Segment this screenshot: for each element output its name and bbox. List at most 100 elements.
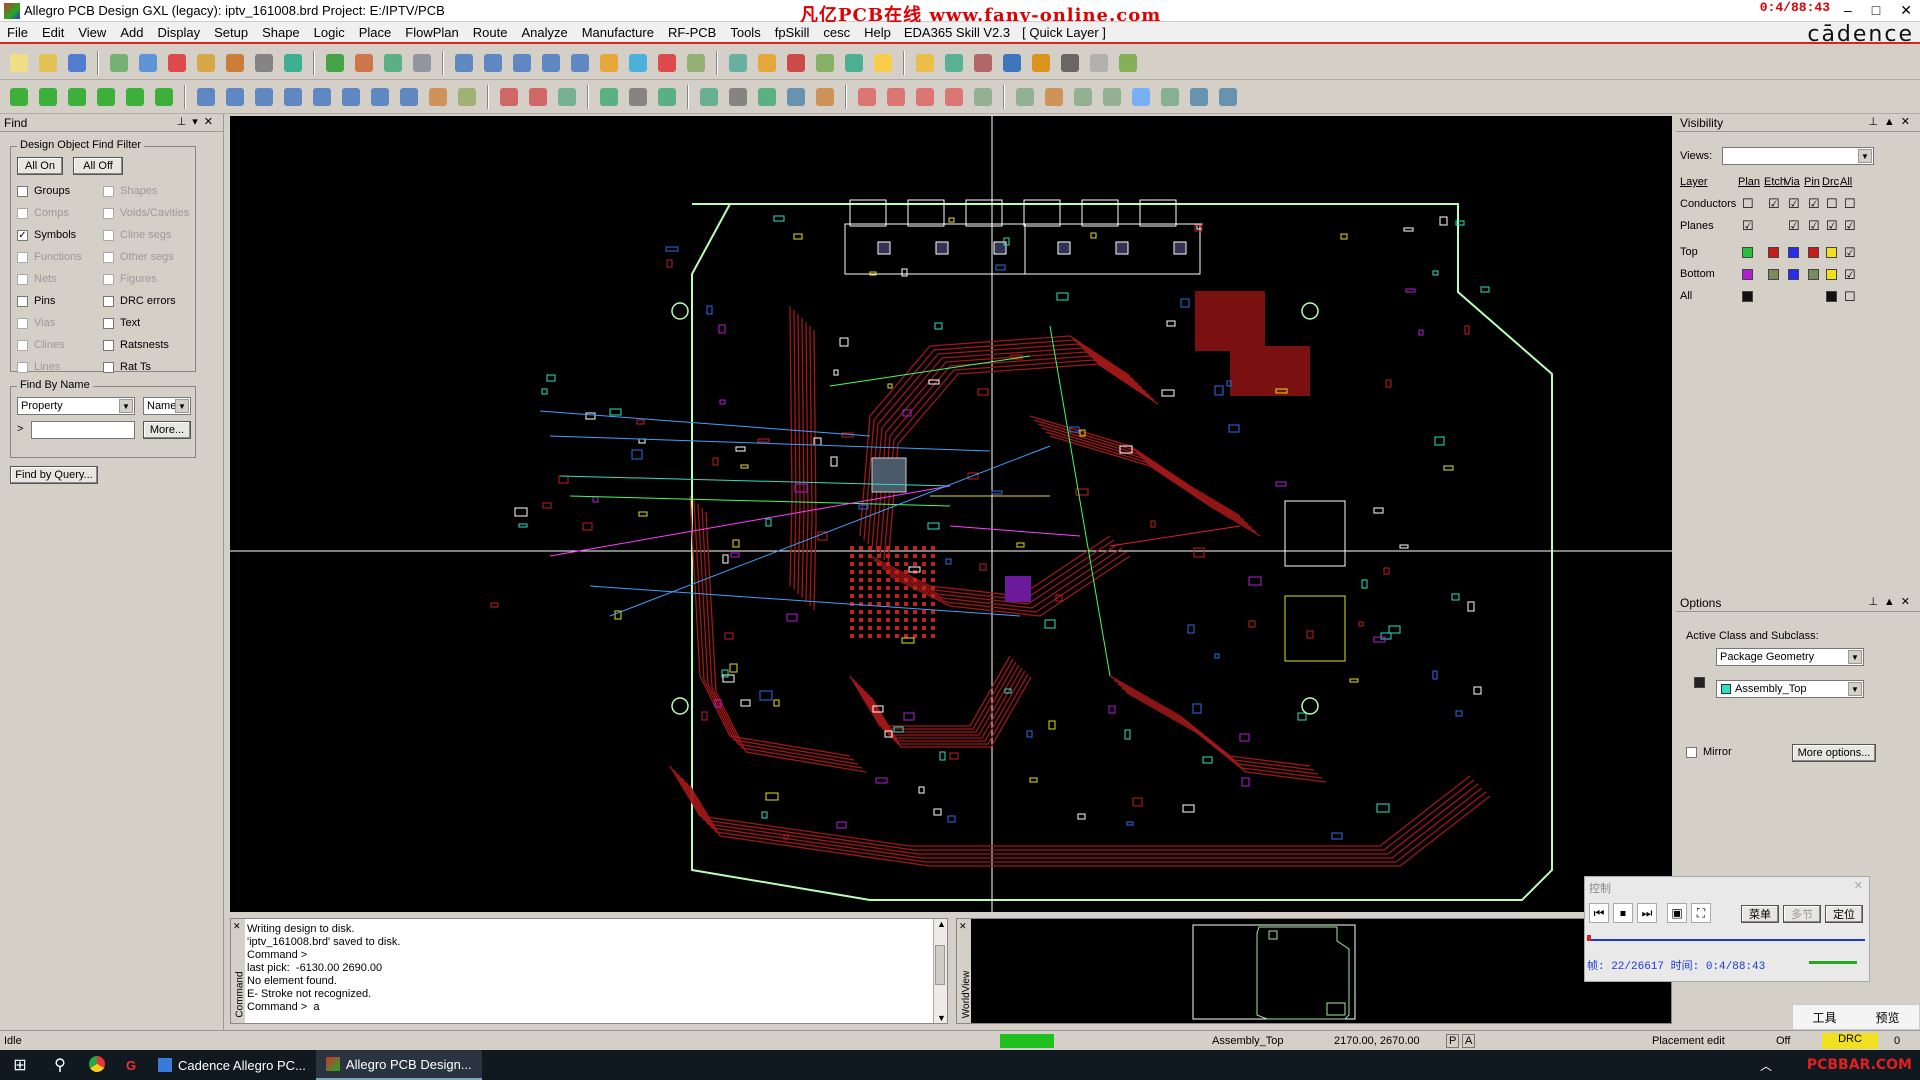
views-select[interactable]: ▼ <box>1722 147 1874 165</box>
toolbar-tool-icon[interactable] <box>1099 84 1125 110</box>
toolbar-tool-icon[interactable] <box>6 50 32 76</box>
toolbar-tool-icon[interactable] <box>367 84 393 110</box>
find-checkbox-figures[interactable]: Figures <box>103 273 157 285</box>
pcb-canvas[interactable] <box>230 116 1672 912</box>
layer-color-swatch[interactable] <box>1826 291 1837 302</box>
scroll-down-icon[interactable]: ▼ <box>937 1013 946 1023</box>
toolbar-tool-icon[interactable] <box>596 50 622 76</box>
menu-place[interactable]: Place <box>352 25 399 40</box>
minimize-button[interactable]: – <box>1844 2 1852 19</box>
visibility-checkbox[interactable]: ☑ <box>1742 218 1754 234</box>
toolbar-tool-icon[interactable] <box>454 84 480 110</box>
toolbar-tool-icon[interactable] <box>151 84 177 110</box>
visibility-header-etch[interactable]: Etch <box>1764 176 1786 188</box>
layer-color-swatch[interactable] <box>1742 291 1753 302</box>
toolbar-tool-icon[interactable] <box>480 50 506 76</box>
toolbar-tool-icon[interactable] <box>1086 50 1112 76</box>
menu-eda365-skill[interactable]: EDA365 Skill V2.3 <box>898 25 1016 40</box>
layer-color-swatch[interactable] <box>1808 269 1819 280</box>
toolbar-tool-icon[interactable] <box>841 50 867 76</box>
close-icon[interactable]: ✕ <box>233 921 241 932</box>
toolbar-tool-icon[interactable] <box>6 84 32 110</box>
toolbar-tool-icon[interactable] <box>251 84 277 110</box>
toolbar-tool-icon[interactable] <box>725 84 751 110</box>
menu-logic[interactable]: Logic <box>307 25 352 40</box>
toolbar-tool-icon[interactable] <box>1012 84 1038 110</box>
toolbar-tool-icon[interactable] <box>725 50 751 76</box>
status-a-flag[interactable]: A <box>1462 1033 1476 1048</box>
find-checkbox-ratsnests[interactable]: Ratsnests <box>103 339 169 351</box>
prev-frame-icon[interactable]: ⏮ <box>1589 903 1609 923</box>
toolbar-tool-icon[interactable] <box>64 50 90 76</box>
visibility-header-drc[interactable]: Drc <box>1822 176 1839 188</box>
panel-controls-icon[interactable]: ⊥▾✕ <box>177 115 219 128</box>
toolbar-tool-icon[interactable] <box>135 50 161 76</box>
layer-all-checkbox[interactable]: ☑ <box>1844 245 1856 261</box>
layer-color-swatch[interactable] <box>1788 269 1799 280</box>
pcb-drawing[interactable] <box>230 116 1672 912</box>
toolbar-tool-icon[interactable] <box>754 84 780 110</box>
visibility-header-plan[interactable]: Plan <box>1738 176 1760 188</box>
toolbar-tool-icon[interactable] <box>912 50 938 76</box>
command-scrollbar[interactable]: ▲ ▼ <box>933 919 947 1023</box>
command-window[interactable]: ✕ Command Writing design to disk.'iptv_1… <box>230 918 948 1024</box>
layer-color-swatch[interactable] <box>1826 247 1837 258</box>
menu-quick-layer[interactable]: [ Quick Layer ] <box>1016 25 1112 40</box>
find-checkbox-lines[interactable]: Lines <box>17 361 60 373</box>
toolbar-tool-icon[interactable] <box>525 84 551 110</box>
menu-view[interactable]: View <box>71 25 113 40</box>
toolbar-tool-icon[interactable] <box>941 50 967 76</box>
toolbar-tool-icon[interactable] <box>783 50 809 76</box>
find-checkbox-clines[interactable]: Clines <box>17 339 65 351</box>
subclass-color-swatch[interactable] <box>1694 677 1705 688</box>
find-checkbox-functions[interactable]: Functions <box>17 251 82 263</box>
toolbar-tool-icon[interactable] <box>754 50 780 76</box>
visibility-checkbox[interactable]: ☑ <box>1808 196 1820 212</box>
toolbar-tool-icon[interactable] <box>1041 84 1067 110</box>
layer-color-swatch[interactable] <box>1788 247 1799 258</box>
toolbar-tool-icon[interactable] <box>451 50 477 76</box>
visibility-checkbox[interactable]: ☑ <box>1808 218 1820 234</box>
toolbar-tool-icon[interactable] <box>222 50 248 76</box>
toolbar-tool-icon[interactable] <box>309 84 335 110</box>
toolbar-tool-icon[interactable] <box>854 84 880 110</box>
menu-display[interactable]: Display <box>150 25 207 40</box>
toolbar-tool-icon[interactable] <box>941 84 967 110</box>
volume-slider[interactable] <box>1809 961 1857 964</box>
toolbar-tool-icon[interactable] <box>654 84 680 110</box>
toolbar-tool-icon[interactable] <box>122 84 148 110</box>
property-select[interactable]: Property ▼ <box>17 397 135 415</box>
panel-controls-icon[interactable]: ⊥▲✕ <box>1868 115 1916 128</box>
toolbar-tool-icon[interactable] <box>35 84 61 110</box>
drc-status-badge[interactable]: DRC <box>1822 1032 1878 1049</box>
toolbar-tool-icon[interactable] <box>193 84 219 110</box>
layer-color-swatch[interactable] <box>1826 269 1837 280</box>
toolbar-tool-icon[interactable] <box>625 50 651 76</box>
toolbar-tool-icon[interactable] <box>625 84 651 110</box>
layer-color-swatch[interactable] <box>1742 269 1753 280</box>
visibility-checkbox[interactable]: ☐ <box>1844 196 1856 212</box>
toolbar-tool-icon[interactable] <box>322 50 348 76</box>
toolbar-tool-icon[interactable] <box>338 84 364 110</box>
visibility-checkbox[interactable]: ☑ <box>1826 218 1838 234</box>
toolbar-tool-icon[interactable] <box>64 84 90 110</box>
find-checkbox-drc-errors[interactable]: DRC errors <box>103 295 176 307</box>
toolbar-tool-icon[interactable] <box>554 84 580 110</box>
toolbar-tool-icon[interactable] <box>1057 50 1083 76</box>
toolbar-tool-icon[interactable] <box>912 84 938 110</box>
toolbar-tool-icon[interactable] <box>999 50 1025 76</box>
find-name-input[interactable] <box>31 421 135 439</box>
find-checkbox-rat-ts[interactable]: Rat Ts <box>103 361 151 373</box>
find-checkbox-text[interactable]: Text <box>103 317 140 329</box>
search-icon[interactable]: ⚲ <box>40 1055 80 1075</box>
toolbar-tool-icon[interactable] <box>970 50 996 76</box>
visibility-header-layer[interactable]: Layer <box>1680 176 1708 188</box>
preview-button[interactable]: 预览 <box>1875 1009 1899 1026</box>
layer-color-swatch[interactable] <box>1808 247 1819 258</box>
toolbar-tool-icon[interactable] <box>425 84 451 110</box>
menu-route[interactable]: Route <box>466 25 515 40</box>
status-p-flag[interactable]: P <box>1446 1033 1460 1048</box>
toolbar-tool-icon[interactable] <box>409 50 435 76</box>
all-off-button[interactable]: All Off <box>73 157 123 175</box>
all-on-button[interactable]: All On <box>17 157 63 175</box>
